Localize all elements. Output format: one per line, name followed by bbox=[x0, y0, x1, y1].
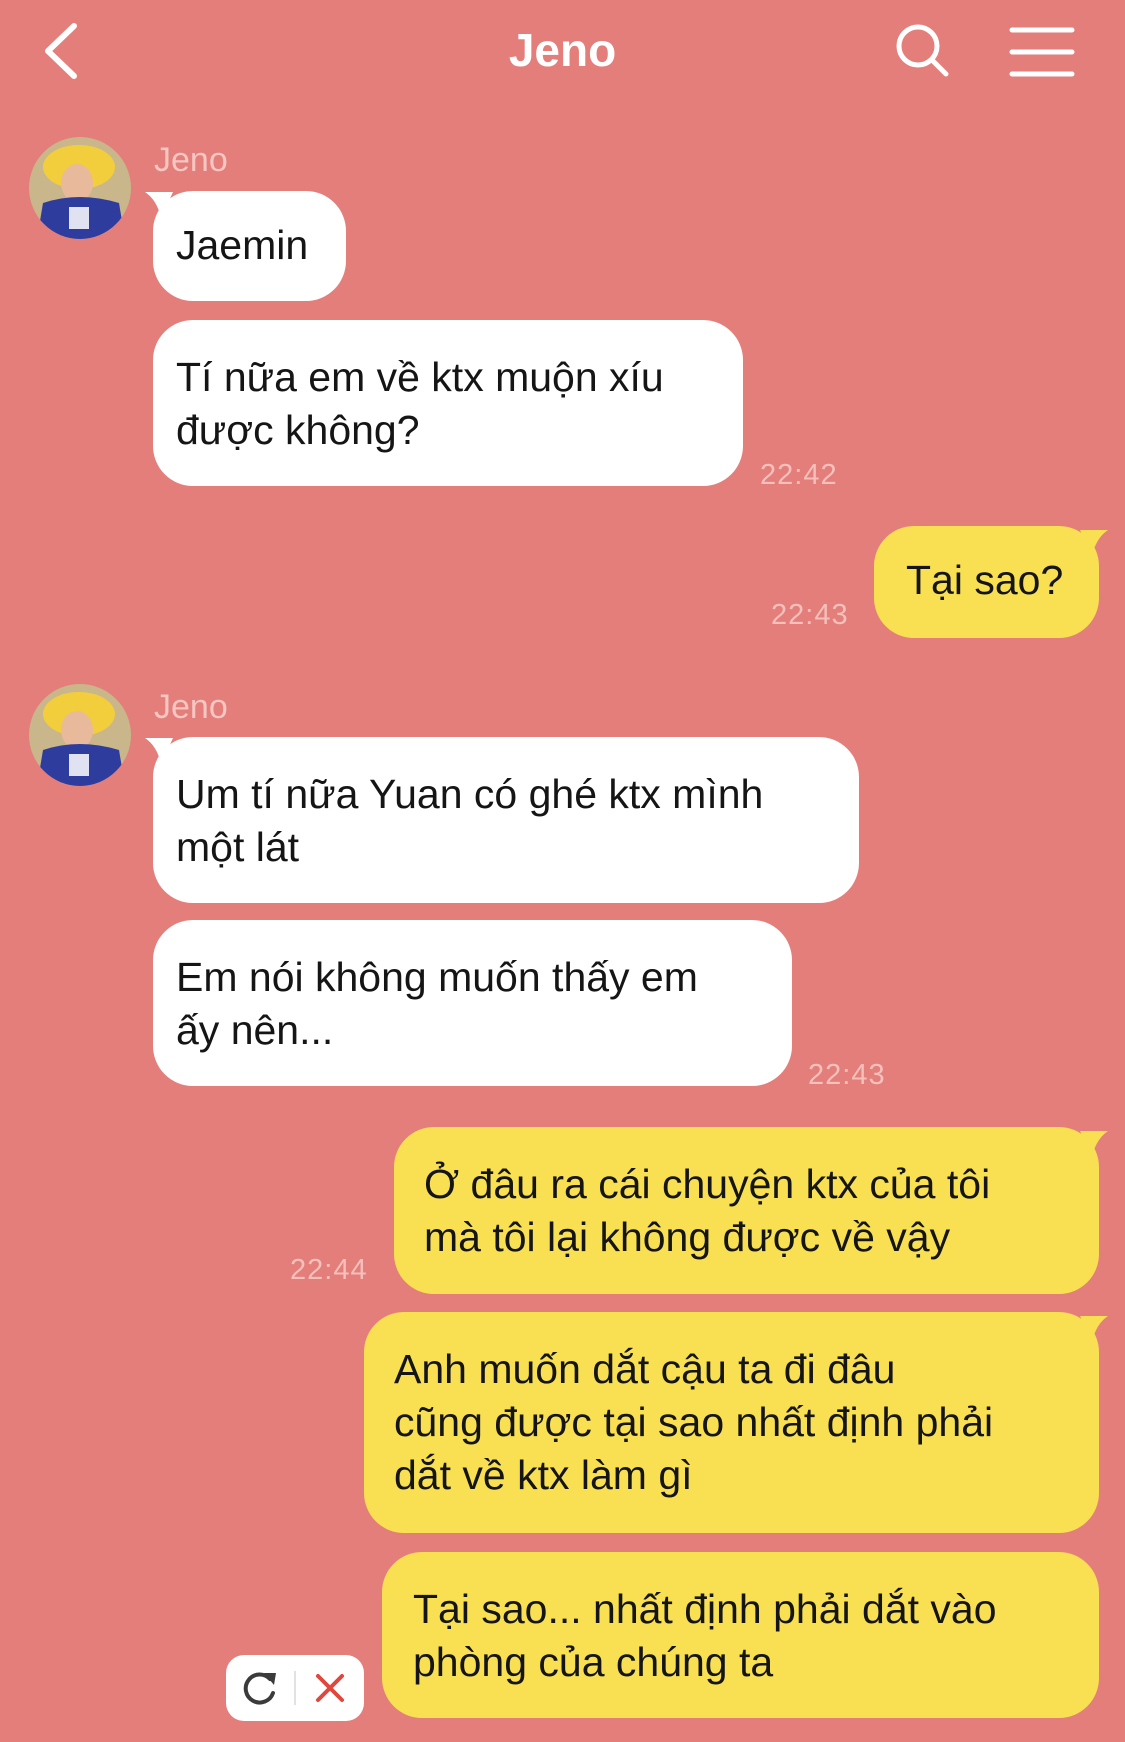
chat-screen: Jeno Jeno Jaemin Tí nữa em về ktx muộn x… bbox=[0, 0, 1125, 1742]
message-timestamp: 22:43 bbox=[808, 1059, 886, 1091]
avatar[interactable] bbox=[29, 684, 131, 786]
close-icon bbox=[316, 1674, 344, 1702]
resend-button[interactable] bbox=[226, 1655, 294, 1721]
bubble-tail bbox=[1080, 530, 1108, 556]
incoming-message-bubble[interactable]: Jaemin bbox=[153, 191, 346, 301]
search-button[interactable] bbox=[888, 18, 958, 88]
menu-button[interactable] bbox=[1004, 18, 1086, 88]
outgoing-message-bubble[interactable]: Ở đâu ra cái chuyện ktx của tôi mà tôi l… bbox=[394, 1127, 1099, 1294]
sender-name: Jeno bbox=[154, 141, 228, 179]
incoming-message-bubble[interactable]: Em nói không muốn thấy em ấy nên... bbox=[153, 920, 792, 1086]
message-timestamp: 22:43 bbox=[771, 599, 849, 631]
incoming-message-bubble[interactable]: Tí nữa em về ktx muộn xíu được không? bbox=[153, 320, 743, 486]
hamburger-menu-icon bbox=[1009, 27, 1075, 77]
bubble-tail bbox=[1080, 1316, 1108, 1342]
delete-button[interactable] bbox=[296, 1655, 364, 1721]
failed-message-actions bbox=[226, 1655, 364, 1721]
message-timestamp: 22:42 bbox=[760, 459, 838, 491]
search-icon bbox=[896, 24, 949, 77]
outgoing-message-bubble[interactable]: Tại sao? bbox=[874, 526, 1099, 638]
message-timestamp: 22:44 bbox=[290, 1254, 368, 1286]
chat-header: Jeno bbox=[0, 0, 1125, 100]
avatar[interactable] bbox=[29, 137, 131, 239]
sender-name: Jeno bbox=[154, 688, 228, 726]
refresh-icon bbox=[243, 1672, 276, 1705]
bubble-tail bbox=[1080, 1131, 1108, 1157]
back-button[interactable] bbox=[38, 18, 98, 84]
chevron-left-icon bbox=[45, 23, 77, 79]
outgoing-message-bubble[interactable]: Anh muốn dắt cậu ta đi đâu cũng được tại… bbox=[364, 1312, 1099, 1533]
outgoing-message-bubble[interactable]: Tại sao... nhất định phải dắt vào phòng … bbox=[382, 1552, 1099, 1718]
incoming-message-bubble[interactable]: Um tí nữa Yuan có ghé ktx mình một lát bbox=[153, 737, 859, 903]
